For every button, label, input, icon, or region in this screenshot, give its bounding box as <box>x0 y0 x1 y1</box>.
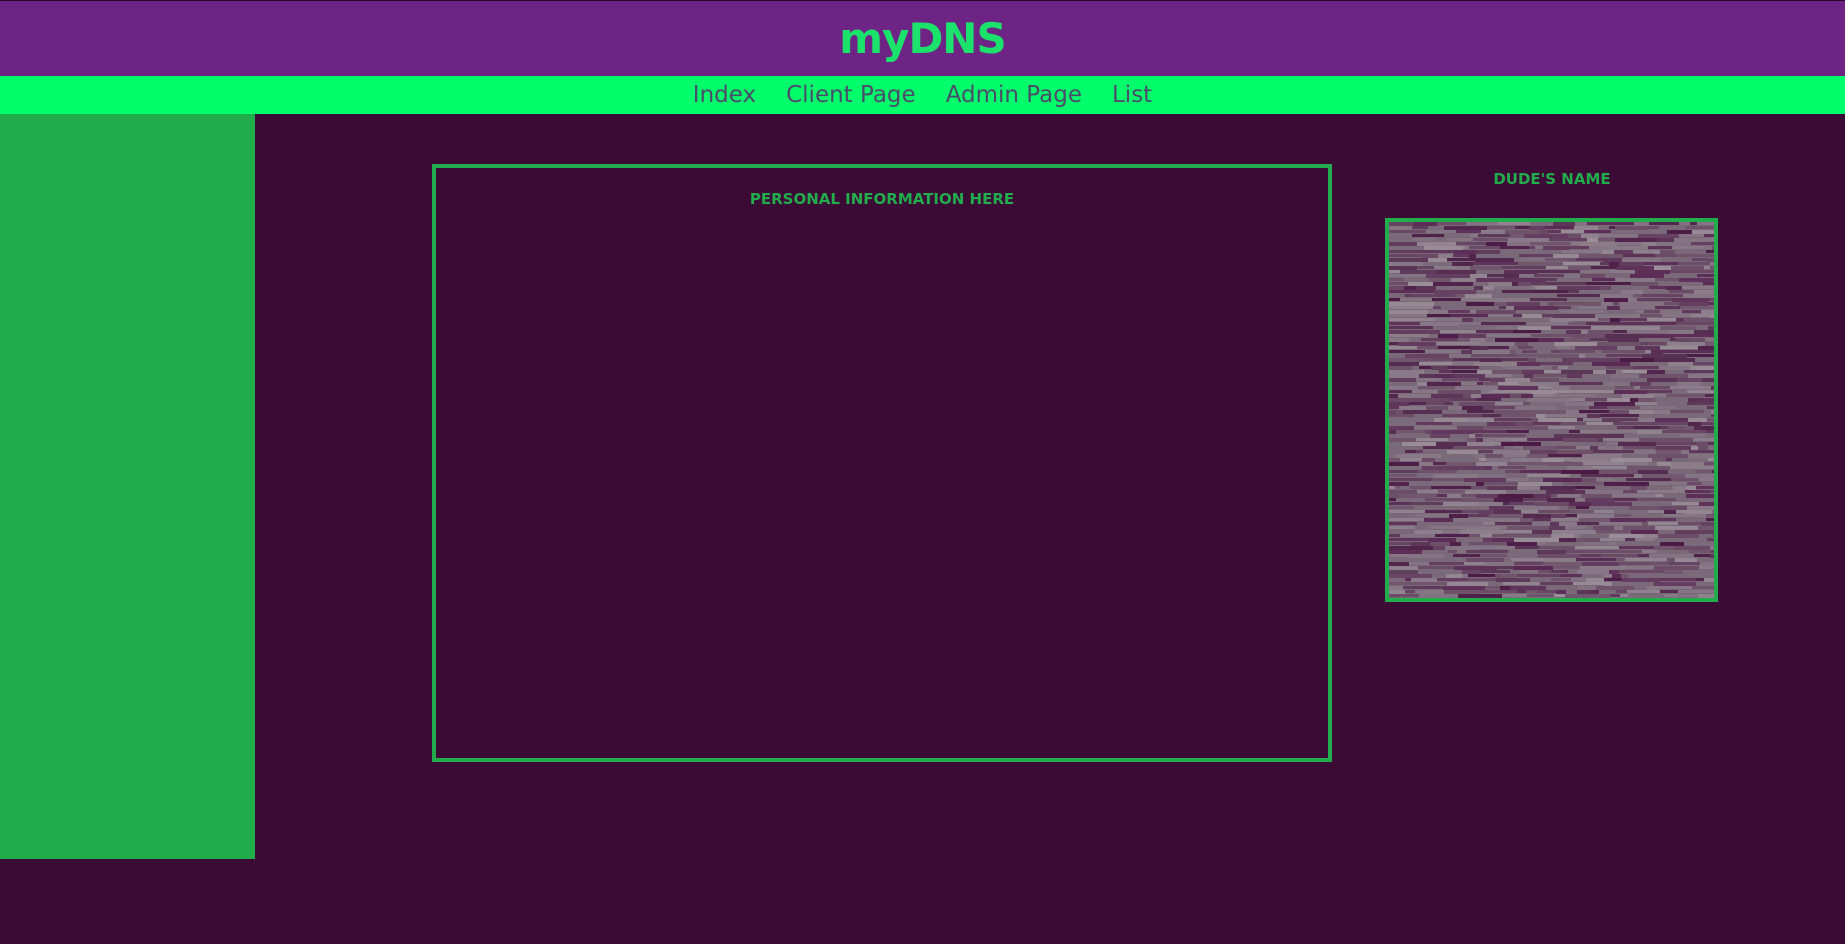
site-title: myDNS <box>839 14 1006 63</box>
nav-bar: Index Client Page Admin Page List <box>0 76 1845 114</box>
nav-link-client-page[interactable]: Client Page <box>786 82 916 108</box>
personal-info-panel: PERSONAL INFORMATION HERE <box>432 164 1332 762</box>
personal-info-heading: PERSONAL INFORMATION HERE <box>749 190 1015 208</box>
profile-name: DUDE'S NAME <box>1493 170 1611 188</box>
noise-image-icon <box>1389 222 1714 598</box>
nav-link-index[interactable]: Index <box>693 82 756 108</box>
site-header: myDNS <box>0 0 1845 76</box>
nav-link-list[interactable]: List <box>1112 82 1152 108</box>
profile-photo <box>1385 218 1718 602</box>
sidebar <box>0 114 255 859</box>
nav-link-admin-page[interactable]: Admin Page <box>946 82 1082 108</box>
